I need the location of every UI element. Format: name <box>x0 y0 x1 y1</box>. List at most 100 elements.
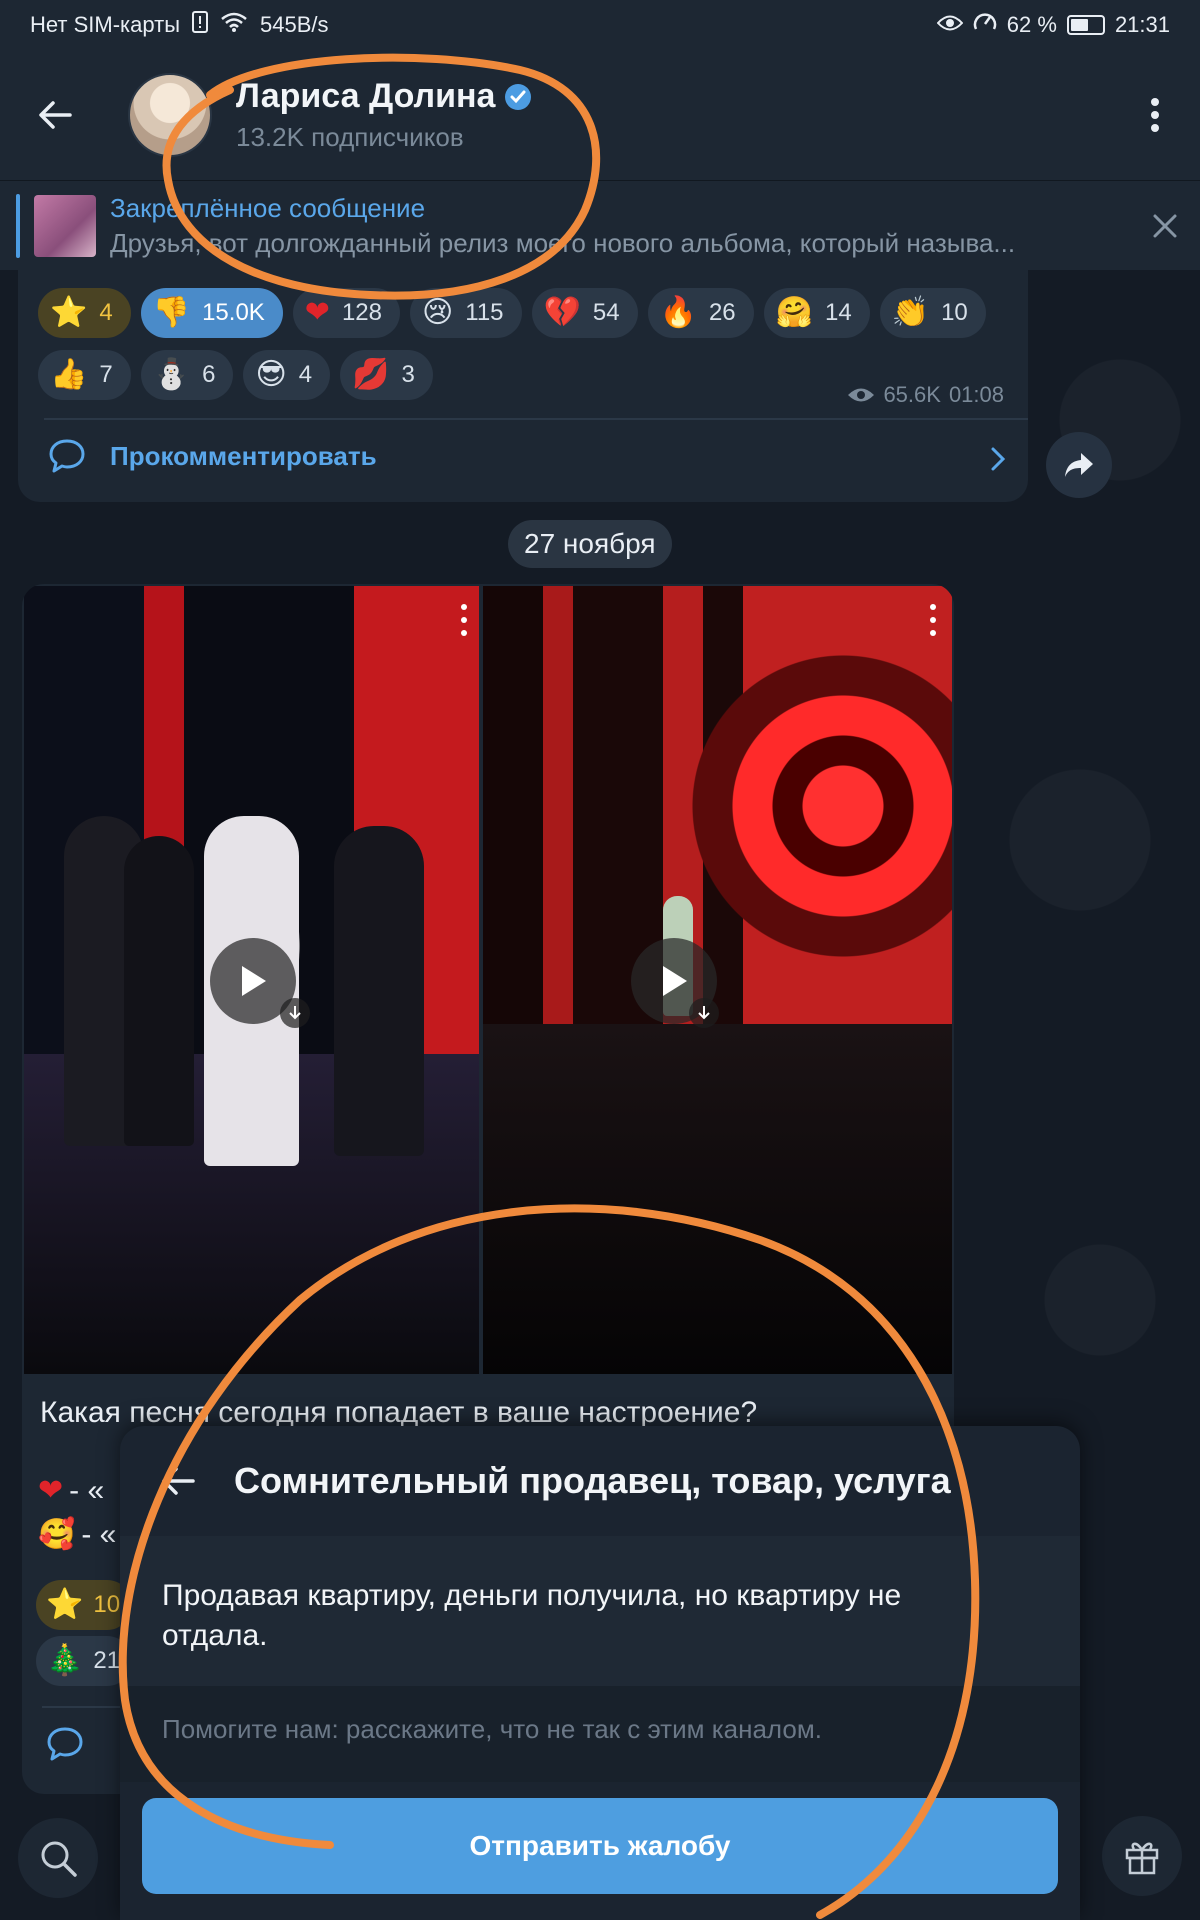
status-bar: Нет SIM-карты 545B/s 62 % 21:31 <box>0 0 1200 50</box>
sheet-back-button[interactable] <box>128 1431 228 1531</box>
sheet-header: Сомнительный продавец, товар, услуга <box>120 1426 1080 1536</box>
reaction-count: 10 <box>941 299 968 326</box>
report-sheet: Сомнительный продавец, товар, услуга Про… <box>120 1426 1080 1920</box>
play-icon <box>663 966 687 996</box>
video-menu-button[interactable] <box>923 600 943 640</box>
share-button[interactable] <box>1046 432 1112 498</box>
fire-icon: 🔥 <box>659 295 697 330</box>
play-icon <box>242 966 266 996</box>
pinned-body: Друзья, вот долгожданный релиз моего нов… <box>110 227 1016 258</box>
comment-button[interactable] <box>46 1726 84 1767</box>
reaction-broken-heart[interactable]: 💔 54 <box>531 288 638 338</box>
channel-header: Лариса Долина 13.2K подписчиков <box>0 50 1200 180</box>
reaction-count: 21 <box>93 1647 121 1674</box>
search-button[interactable] <box>18 1818 98 1898</box>
reaction-thumbs-down[interactable]: 👎 15.0K <box>140 288 283 338</box>
star-icon: ⭐ <box>46 1587 84 1622</box>
channel-info[interactable]: Лариса Долина 13.2K подписчиков <box>236 77 532 153</box>
reaction-fire[interactable]: 🔥 26 <box>647 288 754 338</box>
reaction-star[interactable]: ⭐ 4 <box>38 288 131 338</box>
video-menu-button[interactable] <box>454 600 474 640</box>
date-separator: 27 ноября <box>508 520 672 568</box>
comment-bubble-icon <box>47 1727 83 1761</box>
arrow-left-icon <box>162 1467 195 1495</box>
reaction-heart[interactable]: ❤ 128 <box>292 288 400 338</box>
smiling-face-hearts-icon: 🥰 <box>38 1517 76 1552</box>
previous-post: ⭐ 4 👎 15.0K ❤ 128 😢 115 💔 54 🔥 26 🤗 14 👏 10 👍 7 ⛄ 6 😎 4 💋 3 65.… <box>18 270 1028 502</box>
submit-report-button[interactable]: Отправить жалобу <box>142 1798 1058 1894</box>
report-reason-text: Продавая квартиру, деньги получила, но к… <box>162 1579 902 1652</box>
comment-label: Прокомментировать <box>110 440 377 471</box>
search-icon <box>41 1841 77 1877</box>
gift-button[interactable] <box>1102 1816 1182 1896</box>
reaction-count: 26 <box>708 299 736 326</box>
reaction-count: 54 <box>592 299 620 326</box>
media-post <box>22 584 954 1374</box>
reaction-count: 4 <box>298 361 313 388</box>
channel-avatar[interactable] <box>128 73 212 157</box>
reaction-kiss-mark[interactable]: 💋 3 <box>340 350 433 400</box>
divider <box>44 418 1028 420</box>
comment-button[interactable]: Прокомментировать <box>48 438 377 474</box>
reaction-crying-face[interactable]: 😢 115 <box>409 288 522 338</box>
share-arrow-icon <box>1065 453 1093 477</box>
eye-comfort-icon <box>936 12 964 38</box>
view-count: 65.6K <box>883 382 941 407</box>
battery-percent: 62 % <box>1006 12 1057 37</box>
video-thumbnail-2[interactable] <box>483 586 952 1374</box>
download-icon[interactable] <box>280 998 310 1028</box>
more-menu-button[interactable] <box>1110 60 1200 170</box>
broken-heart-icon: 💔 <box>543 295 581 330</box>
hugging-face-icon: 🤗 <box>775 295 814 330</box>
pinned-title: Закреплённое сообщение <box>110 192 426 223</box>
report-comment-field <box>120 1686 1080 1782</box>
performer-figure <box>124 836 194 1146</box>
kiss-mark-icon: 💋 <box>352 357 390 392</box>
star-icon: ⭐ <box>50 295 88 330</box>
performer-figure <box>334 826 424 1156</box>
reaction-hugging-face[interactable]: 🤗 14 <box>763 288 870 338</box>
post-time: 01:08 <box>948 382 1004 407</box>
download-icon[interactable] <box>689 998 719 1028</box>
christmas-tree-icon: 🎄 <box>46 1643 84 1678</box>
carrier-label: Нет SIM-карты <box>30 12 181 37</box>
wifi-icon <box>220 11 248 39</box>
power-saving-icon <box>973 11 997 39</box>
pinned-message-bar[interactable]: Закреплённое сообщение Друзья, вот долго… <box>0 180 1200 270</box>
pinned-thumbnail <box>34 194 96 257</box>
reaction-count: 128 <box>341 299 382 326</box>
battery-icon <box>1066 15 1105 35</box>
thumbs-up-icon: 👍 <box>50 357 88 392</box>
sunglasses-face-icon: 😎 <box>255 357 287 392</box>
verified-badge-icon <box>505 83 532 110</box>
reaction-count: 14 <box>825 299 852 326</box>
poll-line-text: - « <box>81 1518 117 1551</box>
poll-line-text: - « <box>69 1474 105 1507</box>
reaction-clapping-hands[interactable]: 👏 10 <box>879 288 986 338</box>
reaction-count: 15.0K <box>202 299 265 326</box>
reaction-snowman[interactable]: ⛄ 6 <box>140 350 234 400</box>
video-thumbnail-1[interactable] <box>24 586 479 1374</box>
pinned-close-button[interactable] <box>1130 191 1200 261</box>
reaction-thumbs-up[interactable]: 👍 7 <box>38 350 131 400</box>
reaction-count: 3 <box>401 361 415 388</box>
reaction-count: 7 <box>99 361 113 388</box>
reaction-star[interactable]: ⭐ 10 <box>36 1580 132 1630</box>
back-button[interactable] <box>0 60 110 170</box>
post-meta: 65.6K 01:08 <box>847 382 1004 408</box>
reaction-count: 4 <box>99 299 113 326</box>
crying-face-icon: 😢 <box>421 295 454 330</box>
poll-line: ❤ - « <box>38 1474 104 1508</box>
pinned-indicator <box>16 193 20 258</box>
clapping-hands-icon: 👏 <box>891 295 930 330</box>
chevron-right-icon <box>990 446 1006 477</box>
report-comment-input[interactable] <box>162 1704 1042 1754</box>
subscriber-count: 13.2K подписчиков <box>236 122 464 152</box>
thumbs-down-icon: 👎 <box>152 295 191 330</box>
poll-line: 🥰 - « <box>38 1518 116 1552</box>
reaction-sunglasses-face[interactable]: 😎 4 <box>243 350 331 400</box>
clock: 21:31 <box>1114 12 1170 37</box>
gift-icon <box>1125 1842 1159 1875</box>
reaction-tree[interactable]: 🎄 21 <box>36 1636 132 1686</box>
arrow-left-icon <box>39 101 72 129</box>
